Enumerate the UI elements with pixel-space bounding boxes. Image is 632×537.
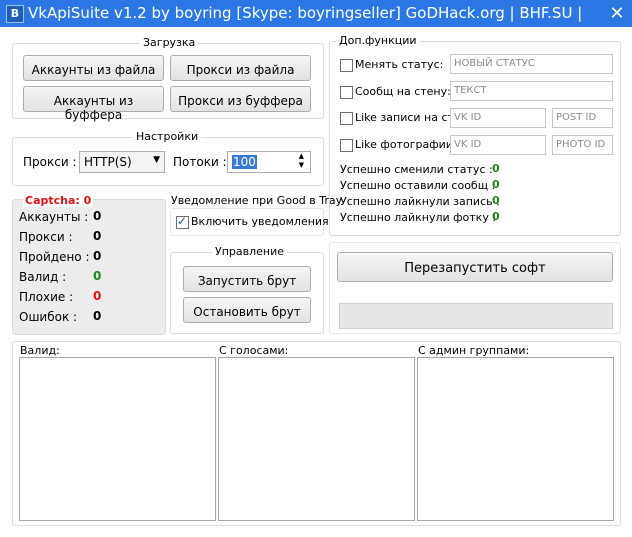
valid-list-label: Валид: xyxy=(20,344,60,357)
like-photo-checkbox[interactable] xyxy=(340,139,353,152)
errors-value: 0 xyxy=(93,309,102,323)
window-title: VkApiSuite v1.2 by boyring [Skype: boyri… xyxy=(28,4,588,22)
settings-group: Настройки Прокси : HTTP(S) ▼ Потоки : 10… xyxy=(12,130,324,186)
restart-button[interactable]: Перезапустить софт xyxy=(337,252,613,282)
start-brute-button[interactable]: Запустить брут xyxy=(183,266,311,292)
errors-label: Ошибок : xyxy=(19,310,78,324)
bad-value: 0 xyxy=(93,289,102,303)
stop-brute-button[interactable]: Остановить брут xyxy=(183,297,311,323)
passed-label: Пройдено : xyxy=(19,250,90,264)
result-like-post-label: Успешно лайкнули запись : xyxy=(340,195,500,208)
stats-panel: Captcha: 0 Аккаунты : 0 Прокси : 0 Пройд… xyxy=(12,194,166,335)
progress-bar xyxy=(339,303,613,329)
like-post-label: Like записи на ст: xyxy=(355,111,458,124)
chevron-down-icon: ▼ xyxy=(153,155,160,165)
like-photo-label: Like фотографии: xyxy=(355,138,457,151)
proxy-type-label: Прокси : xyxy=(23,155,77,169)
valid-value: 0 xyxy=(93,269,102,283)
with-votes-list-label: С голосами: xyxy=(219,344,289,357)
result-status-label: Успешно сменили статус : xyxy=(340,163,493,176)
change-status-label: Менять статус: xyxy=(355,58,444,71)
with-admin-list-label: С админ группами: xyxy=(418,344,530,357)
app-icon: B xyxy=(6,5,24,23)
notify-checkbox[interactable] xyxy=(176,214,189,229)
control-group: Управление Запустить брут Остановить бру… xyxy=(170,245,324,334)
proxy-label: Прокси : xyxy=(19,230,73,244)
load-group-legend: Загрузка xyxy=(140,36,199,49)
extra-group-legend: Доп.функции xyxy=(336,34,420,47)
valid-label: Валид : xyxy=(19,270,67,284)
threads-label: Потоки : xyxy=(173,155,227,169)
proxy-type-select[interactable]: HTTP(S) ▼ xyxy=(79,151,165,173)
result-like-photo-label: Успешно лайкнули фотку : xyxy=(340,211,497,224)
wall-post-label: Сообщ на стену: xyxy=(355,85,451,98)
like-photo-id-input[interactable]: PHOTO ID xyxy=(552,135,613,155)
bad-label: Плохие : xyxy=(19,290,74,304)
result-like-post-value: 0 xyxy=(492,194,500,207)
title-bar: B VkApiSuite v1.2 by boyring [Skype: boy… xyxy=(0,0,632,27)
result-wall-label: Успешно оставили сообщ : xyxy=(340,179,496,192)
accounts-from-file-button[interactable]: Аккаунты из файла xyxy=(23,55,164,81)
passed-value: 0 xyxy=(93,249,102,263)
stepper-arrows-icon[interactable]: ▲ ▼ xyxy=(299,152,304,170)
control-group-legend: Управление xyxy=(212,245,288,258)
with-votes-listbox[interactable] xyxy=(218,357,415,521)
notify-group: Включить уведомления xyxy=(170,208,329,236)
status-text-input[interactable]: НОВЫЙ СТАТУС xyxy=(450,54,613,74)
result-wall-value: 0 xyxy=(492,178,500,191)
like-post-vkid-input[interactable]: VK ID xyxy=(450,108,546,128)
like-post-checkbox[interactable] xyxy=(340,112,353,125)
change-status-checkbox[interactable] xyxy=(340,59,353,72)
like-post-id-input[interactable]: POST ID xyxy=(552,108,613,128)
accounts-label: Аккаунты : xyxy=(19,210,89,224)
close-button[interactable]: ✕ xyxy=(602,0,632,27)
load-group: Загрузка Аккаунты из файла Прокси из фай… xyxy=(12,36,324,122)
captcha-counter: Captcha: 0 xyxy=(23,194,94,207)
extra-functions-group: Доп.функции Менять статус: НОВЫЙ СТАТУС … xyxy=(329,34,621,236)
like-photo-vkid-input[interactable]: VK ID xyxy=(450,135,546,155)
result-status-value: 0 xyxy=(492,162,500,175)
proxy-value: 0 xyxy=(93,229,102,243)
accounts-from-buffer-button[interactable]: Аккаунты из буффера xyxy=(23,86,164,122)
proxy-from-file-button[interactable]: Прокси из файла xyxy=(170,55,311,81)
client-area: Загрузка Аккаунты из файла Прокси из фай… xyxy=(0,27,632,537)
notify-header: Уведомление при Good в Tray xyxy=(171,194,343,207)
proxy-from-buffer-button[interactable]: Прокси из буффера xyxy=(170,86,311,112)
notify-checkbox-label: Включить уведомления xyxy=(191,215,329,228)
with-admin-listbox[interactable] xyxy=(417,357,614,521)
restart-panel: Перезапустить софт xyxy=(329,242,621,334)
settings-group-legend: Настройки xyxy=(133,130,202,143)
result-like-photo-value: 0 xyxy=(492,210,500,223)
wall-post-text-input[interactable]: ТЕКСТ xyxy=(450,81,613,101)
threads-stepper[interactable]: 100 ▲ ▼ xyxy=(227,151,311,173)
accounts-value: 0 xyxy=(93,209,102,223)
valid-listbox[interactable] xyxy=(19,357,216,521)
wall-post-checkbox[interactable] xyxy=(340,86,353,99)
